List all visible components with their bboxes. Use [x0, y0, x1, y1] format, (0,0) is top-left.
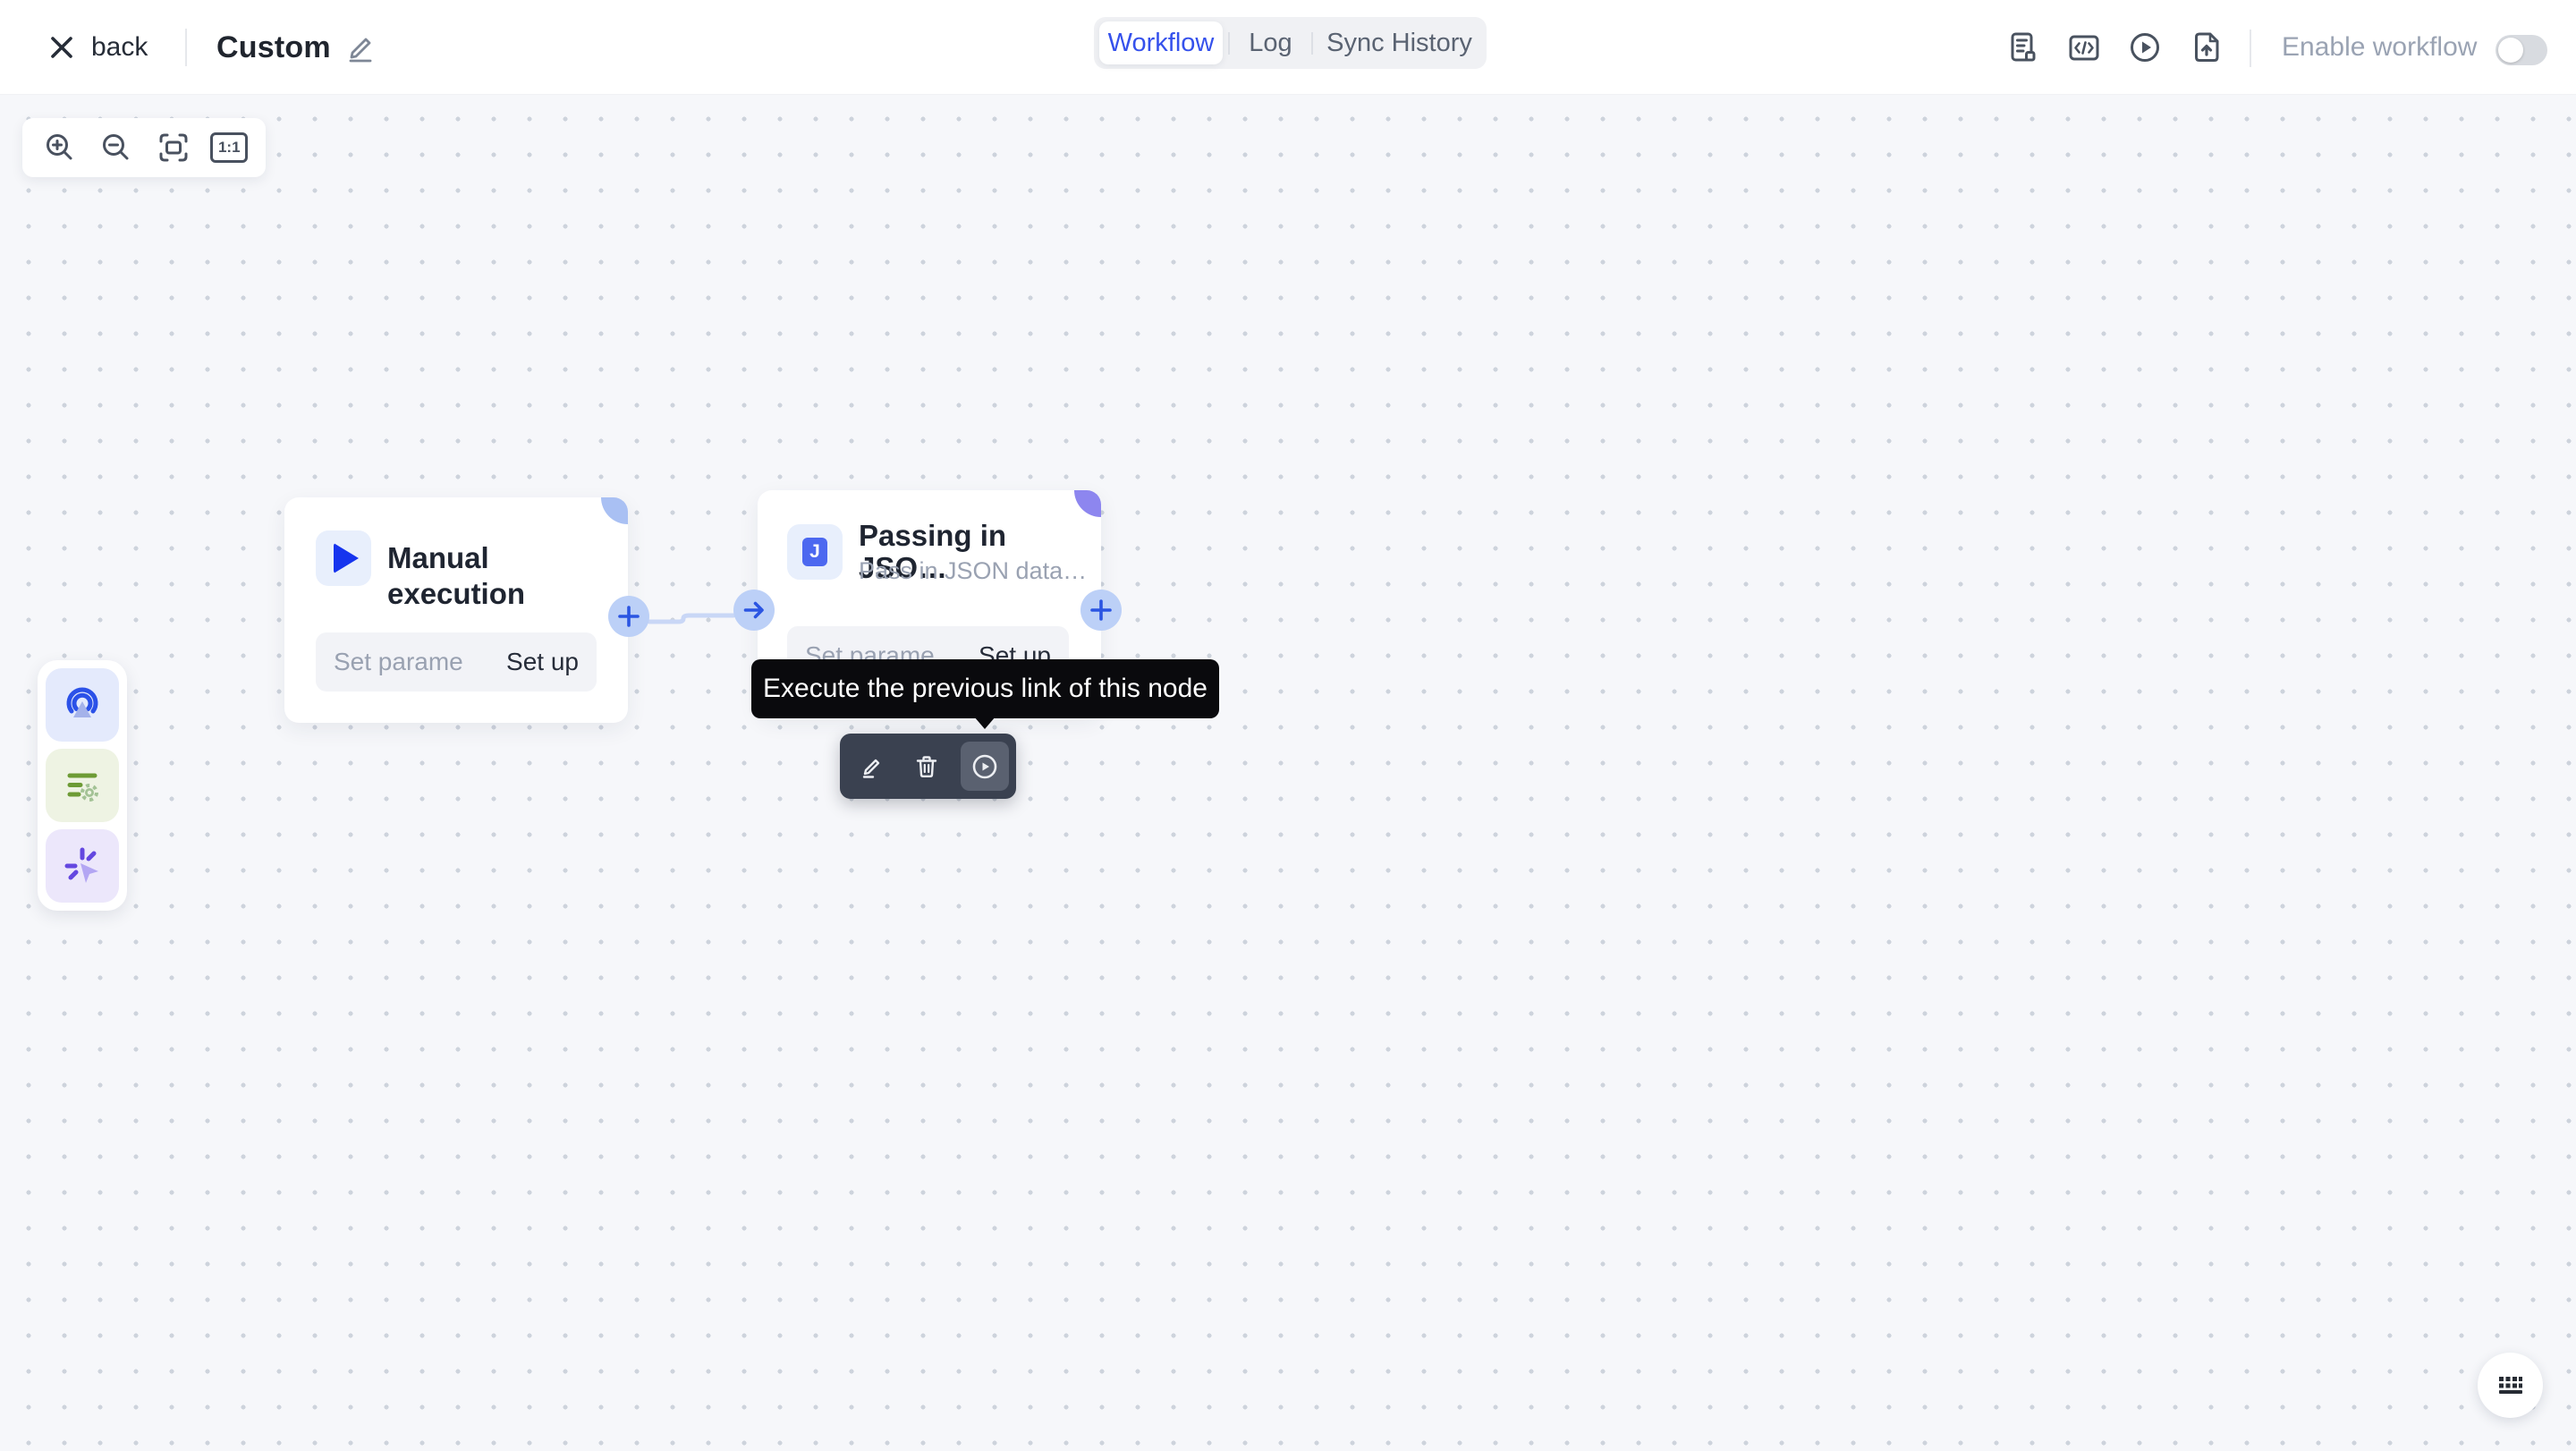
execute-previous-link-icon[interactable]: [961, 742, 1009, 791]
view-tabs: Workflow Log Sync History: [1094, 17, 1487, 69]
trigger-icon[interactable]: [46, 668, 119, 742]
tooltip: Execute the previous link of this node: [751, 659, 1219, 718]
workflow-canvas[interactable]: 1:1: [0, 95, 2576, 1451]
toggle-knob: [2498, 38, 2523, 63]
node-title: Passing in JSO…: [859, 520, 1101, 552]
json-letter-badge: J: [802, 538, 827, 566]
actions-divider: [2250, 30, 2251, 67]
header-divider: [185, 29, 187, 66]
run-icon[interactable]: [2127, 30, 2163, 65]
tab-workflow[interactable]: Workflow: [1099, 21, 1223, 64]
node-corner-fold: [1074, 490, 1101, 517]
export-icon[interactable]: [2190, 30, 2225, 65]
enable-workflow-toggle[interactable]: [2496, 35, 2547, 65]
close-icon: [47, 32, 77, 63]
code-icon[interactable]: [2066, 30, 2102, 65]
json-icon: J: [787, 524, 843, 580]
back-button[interactable]: back: [47, 0, 148, 95]
action-settings-icon[interactable]: [46, 749, 119, 822]
actual-size-label: 1:1: [218, 139, 241, 157]
input-port-arrow-icon[interactable]: [733, 590, 775, 631]
node-manual-execution[interactable]: Manual execution Set parame Set up: [284, 497, 628, 723]
log-icon[interactable]: [2005, 30, 2041, 65]
add-node-button[interactable]: [1080, 590, 1122, 631]
fit-view-icon[interactable]: [154, 128, 193, 167]
node-subtitle: Pass in JSON data…: [859, 557, 1087, 584]
tooltip-caret: [974, 717, 996, 729]
node-toolbar: [840, 734, 1016, 799]
workflow-title: Custom: [216, 0, 331, 95]
tab-log[interactable]: Log: [1229, 17, 1312, 69]
actual-size-icon[interactable]: 1:1: [210, 132, 248, 163]
zoom-toolbar: 1:1: [22, 118, 266, 177]
edit-node-icon[interactable]: [847, 742, 895, 791]
tab-sync-history[interactable]: Sync History: [1312, 17, 1487, 69]
back-label: back: [91, 32, 148, 63]
tooltip-text: Execute the previous link of this node: [763, 674, 1208, 704]
setup-button[interactable]: Set up: [506, 648, 579, 676]
zoom-out-icon[interactable]: [97, 128, 136, 167]
enable-workflow-label: Enable workflow: [2282, 0, 2477, 95]
edit-title-icon[interactable]: [343, 30, 378, 65]
delete-node-icon[interactable]: [902, 742, 951, 791]
zoom-in-icon[interactable]: [40, 128, 80, 167]
interaction-icon[interactable]: [46, 829, 119, 903]
top-bar: back Custom Workflow Log Sync History: [0, 0, 2576, 95]
keyboard-shortcuts-button[interactable]: [2478, 1353, 2543, 1418]
node-param-bar: Set parame Set up: [316, 632, 597, 692]
node-dock: [38, 660, 127, 911]
node-corner-fold: [601, 497, 628, 524]
node-title: Manual execution: [387, 540, 628, 576]
param-label: Set parame: [334, 648, 463, 676]
add-node-button[interactable]: [608, 596, 649, 637]
play-icon: [316, 530, 371, 586]
